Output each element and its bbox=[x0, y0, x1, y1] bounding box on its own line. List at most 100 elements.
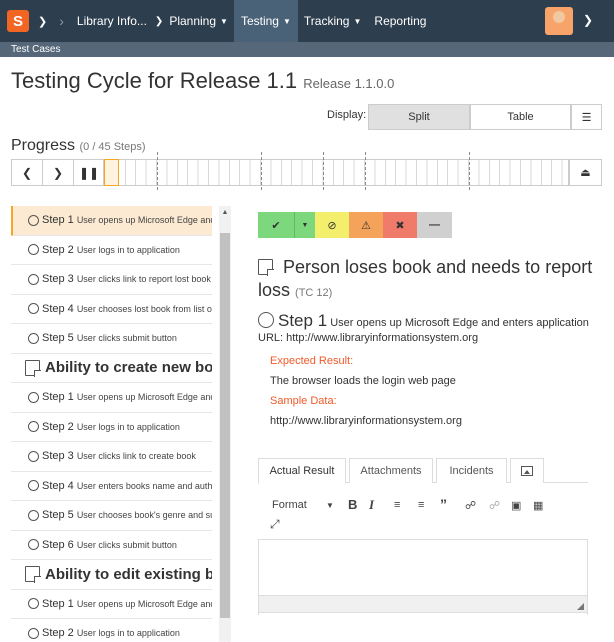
bold-icon[interactable]: B bbox=[348, 497, 357, 512]
insert-table-icon[interactable]: ▦ bbox=[533, 499, 543, 512]
pass-dropdown-caret-icon[interactable]: ▼ bbox=[294, 212, 315, 238]
nav-item-planning[interactable]: ❯ Planning ▼ bbox=[155, 0, 228, 42]
nav-item-library-info[interactable]: Library Info... bbox=[77, 0, 147, 42]
fail-x-icon[interactable]: ✖ bbox=[383, 212, 417, 238]
pause-icon[interactable]: ❚❚ bbox=[74, 160, 105, 185]
step-row-desc: User logs in to application bbox=[76, 244, 180, 255]
blockquote-icon[interactable]: ” bbox=[440, 496, 447, 512]
step-row[interactable]: Step 5 User clicks submit button bbox=[11, 324, 212, 354]
chevron-down-icon[interactable]: ❯ bbox=[38, 15, 47, 28]
step-row-name: Step 4 bbox=[42, 479, 74, 492]
breadcrumb[interactable]: Test Cases bbox=[0, 42, 614, 57]
test-case-icon bbox=[25, 359, 41, 377]
step-row[interactable]: Step 3 User clicks link to report lost bo… bbox=[11, 265, 212, 295]
step-row[interactable]: Step 2 User logs in to application bbox=[11, 413, 212, 442]
step-row-name: Step 1 bbox=[42, 214, 74, 227]
nav-item-label: Tracking bbox=[303, 14, 350, 28]
pass-check-icon[interactable]: ✔ bbox=[258, 212, 294, 238]
maximize-icon[interactable]: ⤢ bbox=[270, 517, 280, 532]
nav-item-testing[interactable]: Testing ▼ bbox=[233, 0, 298, 42]
step-status-circle-icon bbox=[28, 214, 39, 226]
user-avatar[interactable] bbox=[545, 7, 573, 35]
release-label: Release 1.1.0.0 bbox=[303, 76, 395, 91]
test-case-id: (TC 12) bbox=[295, 287, 333, 299]
step-row-name: Step 2 bbox=[42, 243, 74, 256]
unlink-icon[interactable]: ☍ bbox=[489, 499, 500, 512]
progress-title: Progress (0 / 45 Steps) bbox=[11, 137, 146, 155]
step-row[interactable]: Step 6 User clicks submit button bbox=[11, 531, 212, 560]
tab-attachments[interactable]: Attachments bbox=[349, 458, 433, 483]
test-case-row[interactable]: Ability to create new book bbox=[11, 354, 212, 383]
step-row-name: Step 5 bbox=[42, 509, 74, 522]
app-logo[interactable]: S bbox=[7, 10, 29, 32]
not-applicable-minus-icon[interactable]: — bbox=[417, 212, 452, 238]
tab-screenshot[interactable] bbox=[510, 458, 544, 483]
step-row[interactable]: Step 1User opens up Microsoft Edge and e… bbox=[11, 590, 212, 619]
step-status-circle-icon bbox=[28, 332, 39, 344]
step-row[interactable]: Step 4 User enters books name and author bbox=[11, 472, 212, 501]
timeline-case-marker bbox=[365, 152, 366, 190]
step-row[interactable]: Step 2 User logs in to application bbox=[11, 619, 212, 642]
step-row-desc: User enters books name and author bbox=[76, 480, 212, 491]
test-case-row-name: Ability to create new book bbox=[45, 359, 212, 377]
blocked-icon[interactable]: ⊘ bbox=[315, 212, 349, 238]
page-title-text: Testing Cycle for Release 1.1 bbox=[11, 68, 298, 93]
step-row[interactable]: Step 2 User logs in to application bbox=[11, 236, 212, 265]
step-status-circle-icon bbox=[28, 539, 39, 551]
step-row-desc: User clicks submit button bbox=[76, 333, 177, 344]
test-case-row[interactable]: Ability to edit existing book bbox=[11, 560, 212, 590]
eject-icon[interactable]: ⏏ bbox=[569, 159, 602, 186]
previous-icon[interactable]: ❮ bbox=[12, 160, 43, 185]
step-row-desc: User logs in to application bbox=[76, 628, 180, 639]
step-row-name: Step 2 bbox=[42, 627, 74, 640]
insert-image-icon[interactable]: ▣ bbox=[511, 499, 521, 512]
split-view-button[interactable]: Split bbox=[368, 104, 470, 130]
sample-data-value: http://www.libraryinformationsystem.org bbox=[270, 415, 462, 427]
tab-actual-result[interactable]: Actual Result bbox=[258, 458, 346, 484]
nav-item-tracking[interactable]: Tracking ▼ bbox=[304, 0, 362, 42]
italic-icon[interactable]: I bbox=[369, 497, 374, 513]
step-row[interactable]: Step 4 User chooses lost book from list o… bbox=[11, 295, 212, 324]
table-view-button[interactable]: Table bbox=[470, 104, 571, 130]
expected-result-label: Expected Result: bbox=[270, 355, 354, 367]
progress-timeline[interactable] bbox=[103, 152, 569, 190]
nav-item-label: Testing bbox=[240, 14, 279, 28]
step-list-scrollbar[interactable]: ▲ bbox=[219, 206, 231, 642]
resize-handle-icon[interactable] bbox=[577, 603, 584, 610]
format-dropdown[interactable]: Format bbox=[272, 499, 307, 511]
step-row-name: Step 4 bbox=[42, 302, 74, 315]
step-row[interactable]: Step 3 User clicks link to create book bbox=[11, 442, 212, 472]
image-icon bbox=[521, 466, 533, 476]
bullet-list-icon[interactable]: ≡ bbox=[418, 499, 424, 511]
test-case-row-name: Ability to edit existing book bbox=[45, 565, 212, 583]
numbered-list-icon[interactable]: ≡ bbox=[394, 499, 400, 511]
step-row[interactable]: Step 1User opens up Microsoft Edge and e… bbox=[11, 383, 212, 413]
test-case-title: Person loses book and needs to report lo… bbox=[258, 256, 598, 305]
test-case-icon bbox=[258, 259, 274, 276]
caret-down-icon: ▼ bbox=[353, 16, 362, 26]
step-status-circle-icon bbox=[28, 480, 39, 492]
timeline-cursor[interactable] bbox=[104, 159, 119, 186]
scroll-up-icon[interactable]: ▲ bbox=[219, 209, 231, 216]
format-caret-icon[interactable]: ▼ bbox=[326, 501, 334, 510]
step-row-desc: User opens up Microsoft Edge and enters … bbox=[76, 392, 212, 403]
next-icon[interactable]: ❯ bbox=[43, 160, 74, 185]
caution-warning-icon[interactable]: ⚠ bbox=[349, 212, 383, 238]
step-heading-name: Step 1 bbox=[278, 311, 328, 330]
step-row[interactable]: Step 1User opens up Microsoft Edge and e… bbox=[11, 206, 212, 236]
step-row-name: Step 1 bbox=[42, 391, 74, 404]
chevron-down-icon[interactable]: ❯ bbox=[583, 13, 593, 27]
scroll-thumb[interactable] bbox=[220, 233, 230, 618]
step-row-desc: User chooses book's genre and subject bbox=[76, 510, 212, 521]
tab-incidents[interactable]: Incidents bbox=[436, 458, 507, 483]
step-row-desc: User opens up Microsoft Edge and enters … bbox=[76, 215, 212, 226]
step-row[interactable]: Step 5User chooses book's genre and subj… bbox=[11, 501, 212, 531]
link-icon[interactable]: ☍ bbox=[465, 499, 476, 512]
nav-item-label: Reporting bbox=[374, 14, 427, 28]
menu-icon[interactable]: ☰ bbox=[571, 104, 602, 130]
chevron-down-icon: ❯ bbox=[154, 15, 164, 27]
editor-footer bbox=[258, 595, 588, 613]
progress-counter: (0 / 45 Steps) bbox=[79, 141, 146, 153]
step-row-desc: User clicks submit button bbox=[76, 539, 177, 550]
nav-item-reporting[interactable]: Reporting bbox=[374, 0, 426, 42]
